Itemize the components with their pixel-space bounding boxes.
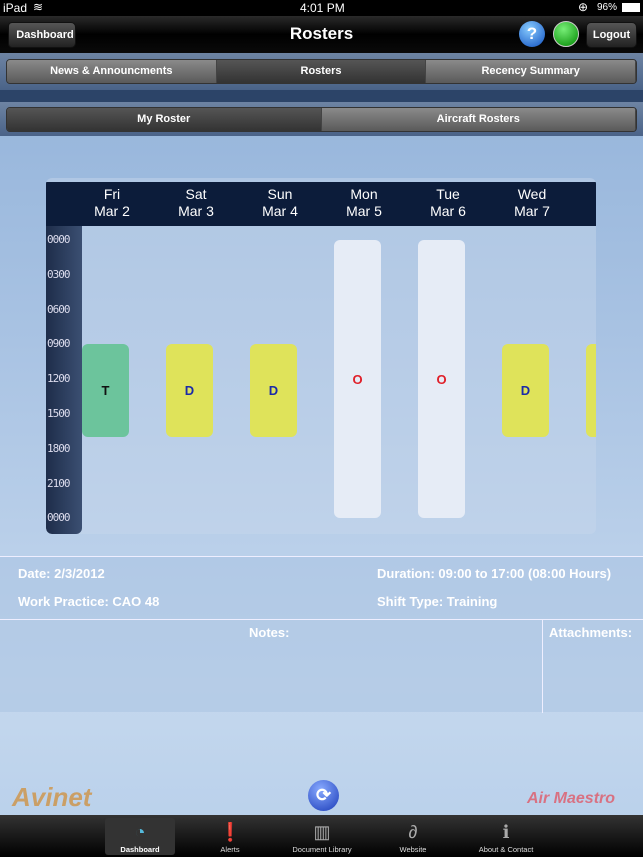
alert-icon: ❗ xyxy=(219,822,242,842)
tab-about-contact[interactable]: ℹ About & Contact xyxy=(469,818,543,855)
tab-document-library[interactable]: ▥ Document Library xyxy=(279,818,365,855)
nav-bar: Dashboard Rosters ? Logout xyxy=(0,16,643,53)
page-title: Rosters xyxy=(289,24,354,43)
clock: 4:01 PM xyxy=(300,1,345,15)
roster-chart[interactable]: Fri Mar 2 Sat Mar 3 Sun Mar 4 Mon Mar 5 Tue Mar 6… xyxy=(46,178,596,534)
shift-code: O xyxy=(436,371,447,387)
shift-details: Date: 2/3/2012 Duration: 09:00 to 17:00 … xyxy=(0,556,643,713)
shift-code: D xyxy=(268,383,279,399)
tab-aircraft-rosters[interactable]: Aircraft Rosters xyxy=(321,108,636,131)
shift-block[interactable]: T xyxy=(82,344,129,438)
battery-percent: 96% xyxy=(597,2,618,13)
tab-website[interactable]: ∂ Website xyxy=(378,818,448,855)
info-icon: ℹ xyxy=(502,822,510,842)
status-bar: iPad ≋ 4:01 PM ⊕ 96% xyxy=(0,0,643,16)
lock-icon: ⊕ xyxy=(578,0,589,14)
divider xyxy=(0,619,643,620)
work-practice: Work Practice: CAO 48 xyxy=(18,594,160,609)
tab-label: About & Contact xyxy=(478,845,534,854)
avinet-logo: Avinet xyxy=(12,782,92,812)
shift-date: Date: 2/3/2012 xyxy=(18,566,105,581)
tab-label: Alerts xyxy=(220,845,240,854)
shift-code: O xyxy=(352,371,363,387)
attachments-label: Attachments: xyxy=(549,625,633,640)
main-tab-bar: News & Announcments Rosters Recency Summ… xyxy=(0,53,643,90)
tab-recency-summary[interactable]: Recency Summary xyxy=(426,60,636,83)
divider-band xyxy=(0,90,643,102)
tab-label: Document Library xyxy=(292,845,352,854)
roster-tab-bar: My Roster Aircraft Rosters xyxy=(0,102,643,136)
shift-block[interactable]: D xyxy=(250,344,297,438)
logout-button[interactable]: Logout xyxy=(586,22,637,48)
tab-alerts[interactable]: ❗ Alerts xyxy=(195,818,265,855)
shift-code: D xyxy=(520,383,531,399)
gauge-icon: ◔ xyxy=(134,822,146,842)
divider xyxy=(542,619,543,713)
shift-block[interactable] xyxy=(586,344,596,438)
help-icon[interactable]: ? xyxy=(519,21,545,47)
air-maestro-logo: Air Maestro xyxy=(527,790,616,807)
shift-duration: Duration: 09:00 to 17:00 (08:00 Hours) xyxy=(377,566,612,581)
wifi-icon: ≋ xyxy=(33,0,44,14)
shift-code: T xyxy=(101,383,110,399)
shift-block[interactable]: O xyxy=(418,240,465,519)
connection-status-icon[interactable] xyxy=(553,21,579,47)
notes-label: Notes: xyxy=(249,625,290,640)
tab-label: Website xyxy=(399,845,427,854)
shift-block[interactable]: D xyxy=(502,344,549,438)
refresh-icon[interactable]: ⟳ xyxy=(308,780,339,811)
tab-news[interactable]: News & Announcments xyxy=(7,60,217,83)
battery-icon xyxy=(622,3,640,12)
tab-dashboard[interactable]: ◔ Dashboard xyxy=(105,818,175,855)
shift-type: Shift Type: Training xyxy=(377,594,498,609)
tab-label: Dashboard xyxy=(120,845,160,854)
tab-rosters[interactable]: Rosters xyxy=(216,60,427,83)
bottom-tab-bar: ◔ Dashboard ❗ Alerts ▥ Document Library ∂ Websi… xyxy=(0,815,643,857)
website-icon: ∂ xyxy=(408,822,418,842)
shift-code: D xyxy=(184,383,195,399)
shift-block[interactable]: D xyxy=(166,344,213,438)
shift-block[interactable]: O xyxy=(334,240,381,519)
book-icon: ▥ xyxy=(313,822,331,842)
device-name: iPad xyxy=(3,1,28,15)
tab-my-roster[interactable]: My Roster xyxy=(7,108,322,131)
